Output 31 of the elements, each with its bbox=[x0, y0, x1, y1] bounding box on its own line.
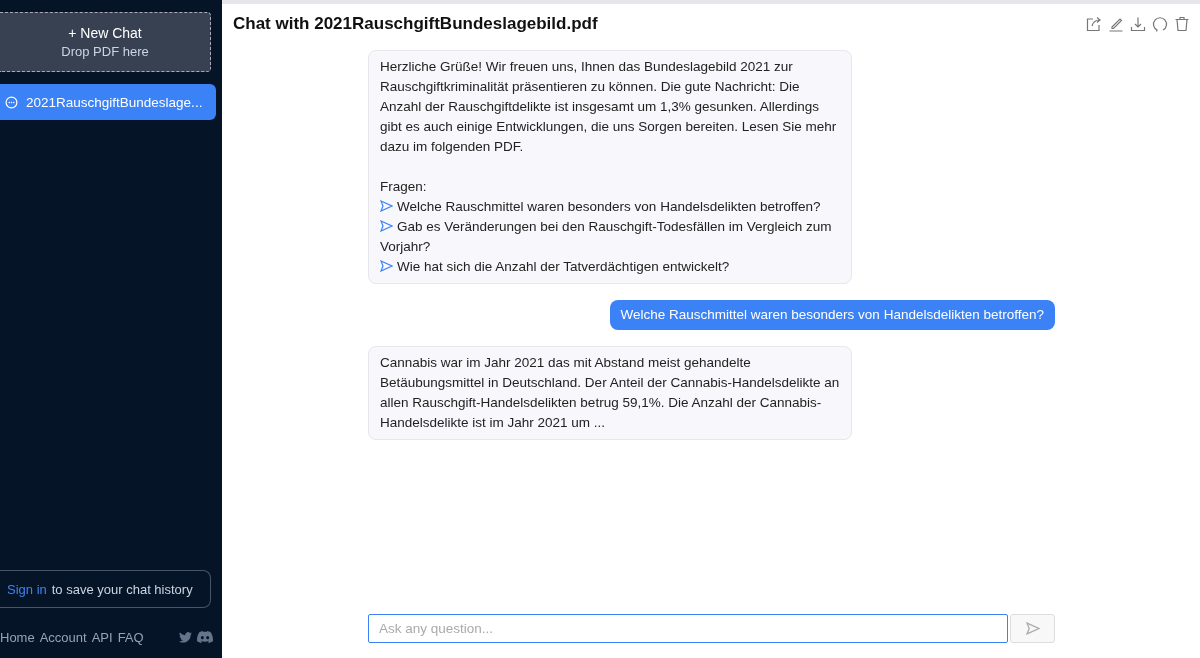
discord-icon[interactable] bbox=[197, 631, 213, 643]
bot-message-text: Cannabis war im Jahr 2021 das mit Abstand meist gehandelte Betäubungsmittel in Deutschland. Der Anteil der Cannabis-Handelsdelikte an allen Rauschgift-Handelsdelikten betrug 59,1%. Die Anzahl der Cannabis-Handelsdelikte ist im Jahr 2021 um ... bbox=[380, 354, 840, 432]
footer-link[interactable]: FAQ bbox=[117, 629, 144, 645]
suggested-question-link[interactable]: Wie hat sich die Anzahl der Tatverdächtigen entwickelt? bbox=[380, 257, 840, 277]
send-icon bbox=[1025, 622, 1040, 635]
share-icon[interactable] bbox=[1086, 16, 1102, 32]
bot-message-text: Herzliche Grüße! Wir freuen uns, Ihnen das Bundeslagebild 2021 zur Rauschgiftkriminalität präsentieren zu können. Die gute Nachricht: Die Anzahl der Rauschgiftdelikte ist insgesamt um 1,3% gesunken. Allerdings gibt es auch einige Entwicklungen, die uns Sorgen bereiten. Lesen Sie mehr dazu im folgenden PDF. bbox=[380, 58, 838, 156]
edit-icon[interactable] bbox=[1108, 16, 1124, 32]
footer-link[interactable]: API bbox=[91, 629, 113, 645]
chat-item[interactable]: 2021RauschgiftBundeslage... bbox=[0, 84, 216, 120]
drop-hint: Drop PDF here bbox=[61, 44, 149, 59]
user-message: Welche Rauschmittel waren besonders von Handelsdelikten betroffen? bbox=[609, 300, 1055, 330]
footer-link[interactable]: Home bbox=[0, 629, 35, 645]
sign-in-link[interactable]: Sign in bbox=[7, 581, 47, 597]
sign-in-text: to save your chat history bbox=[51, 581, 193, 597]
download-icon[interactable] bbox=[1130, 16, 1146, 32]
questions-heading: Fragen: bbox=[380, 178, 428, 196]
new-chat-label[interactable]: + New Chat bbox=[68, 25, 142, 41]
suggested-question-link[interactable]: Welche Rauschmittel waren besonders von Handelsdelikten betroffen? bbox=[380, 197, 840, 217]
send-icon bbox=[380, 220, 393, 232]
trash-icon[interactable] bbox=[1174, 16, 1190, 32]
suggested-question-link[interactable]: Gab es Veränderungen bei den Rauschgift-Todesfällen im Vergleich zum Vorjahr? bbox=[380, 217, 840, 257]
chat-title: Chat with 2021RauschgiftBundeslagebild.pdf bbox=[233, 14, 599, 34]
chat-bubble-icon bbox=[5, 95, 18, 109]
new-chat-dropzone[interactable]: + New Chat Drop PDF here bbox=[0, 12, 211, 72]
footer-link[interactable]: Account bbox=[39, 629, 87, 645]
refresh-icon[interactable] bbox=[1152, 16, 1168, 32]
question-input[interactable]: Ask any question... bbox=[368, 614, 1008, 643]
send-icon bbox=[380, 260, 393, 272]
twitter-icon[interactable] bbox=[179, 631, 192, 643]
send-icon bbox=[380, 200, 393, 212]
